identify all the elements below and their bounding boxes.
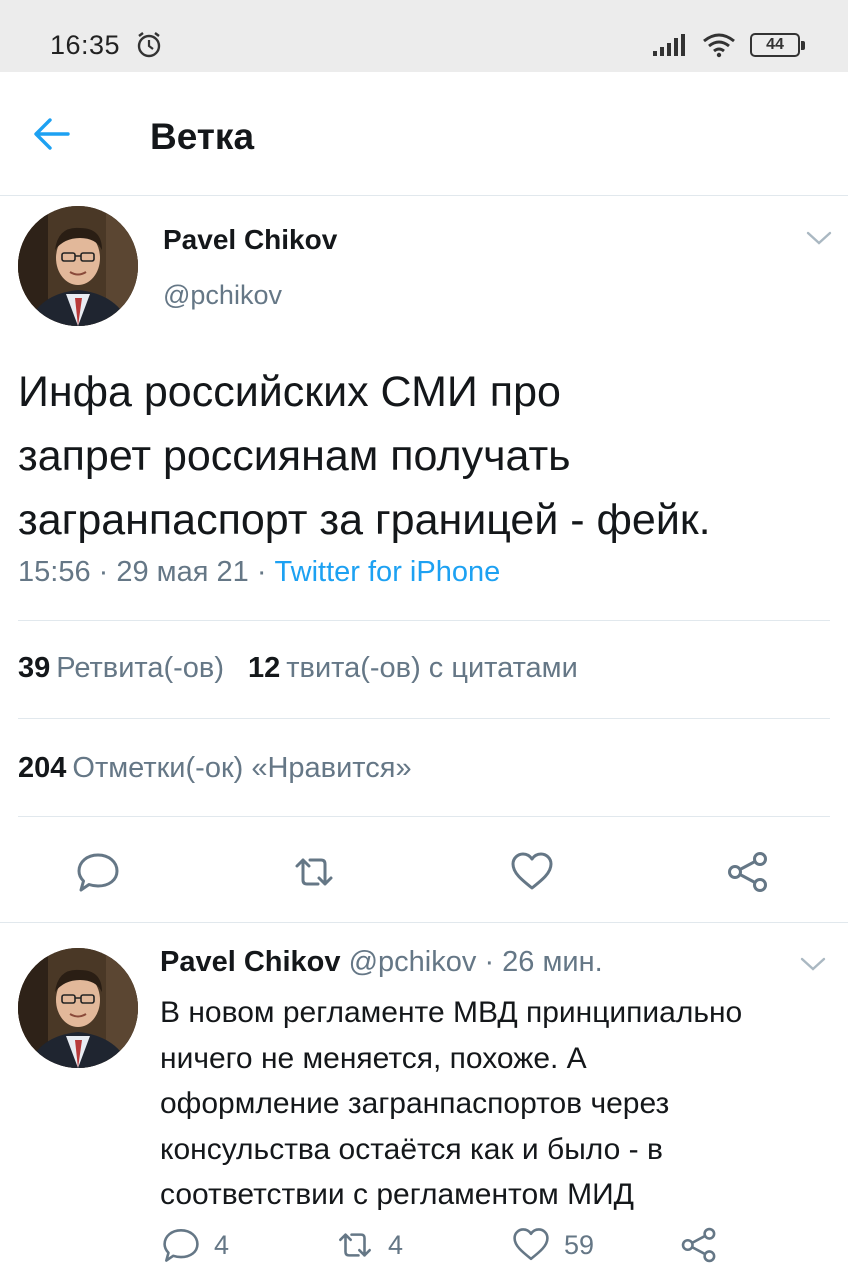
quotes-stat[interactable]: 12 твита(-ов) с цитатами — [248, 652, 578, 685]
retweets-label: Ретвита(-ов) — [56, 652, 224, 684]
battery-level: 44 — [766, 36, 784, 53]
reply-header: Pavel Chikov @pchikov · 26 мин. — [160, 946, 603, 979]
tweet-date: 29 мая 21 — [116, 556, 249, 588]
reply-actions: 4 4 59 — [0, 1222, 848, 1272]
quotes-count: 12 — [247, 652, 281, 684]
battery-icon: 44 — [750, 33, 805, 57]
likes-stat[interactable]: 204 Отметки(-ок) «Нравится» — [18, 752, 412, 785]
author-handle[interactable]: @pchikov — [163, 280, 282, 311]
wifi-icon — [703, 33, 735, 58]
share-button[interactable] — [680, 1226, 718, 1264]
meta-separator: · — [256, 556, 275, 588]
chevron-down-icon[interactable] — [804, 228, 834, 248]
avatar-image — [18, 206, 138, 326]
meta-separator: · — [98, 556, 117, 588]
share-icon — [681, 1227, 716, 1263]
tweet-text: Инфа российских СМИ про запрет россиянам… — [18, 368, 711, 544]
tweet-actions — [0, 840, 848, 904]
retweets-stat[interactable]: 39 Ретвита(-ов) — [18, 652, 224, 685]
like-count: 59 — [564, 1229, 595, 1260]
tweet-meta: 15:56 · 29 мая 21 · Twitter for iPhone — [18, 556, 500, 589]
retweet-icon[interactable] — [292, 850, 336, 894]
reply-text: В новом регламенте МВД принципиально нич… — [160, 996, 743, 1211]
page-title: Ветка — [150, 116, 255, 157]
like-button[interactable]: 59 — [512, 1226, 594, 1264]
chevron-down-icon[interactable] — [798, 954, 828, 974]
tweet-time: 15:56 — [18, 556, 91, 588]
likes-count: 204 — [18, 752, 67, 784]
status-time: 16:35 — [50, 30, 121, 60]
reply-button[interactable]: 4 — [162, 1226, 229, 1264]
reply-avatar[interactable] — [18, 948, 138, 1068]
share-icon[interactable] — [726, 850, 770, 894]
stats-row-retweets: 39 Ретвита(-ов) 12 твита(-ов) с цитатами — [18, 652, 578, 685]
retweet-count: 4 — [388, 1229, 404, 1260]
reply-count: 4 — [214, 1229, 230, 1260]
meta-separator: · — [484, 946, 503, 978]
divider — [18, 816, 830, 817]
avatar[interactable] — [18, 206, 138, 326]
retweet-icon — [339, 1233, 371, 1257]
reply-author-name[interactable]: Pavel Chikov — [160, 946, 341, 978]
reply-icon — [163, 1229, 199, 1262]
reply-author-handle[interactable]: @pchikov — [349, 946, 477, 978]
alarm-icon — [137, 32, 161, 58]
heart-icon[interactable] — [510, 850, 554, 894]
status-icons: 44 — [652, 32, 805, 58]
divider — [18, 620, 830, 621]
arrow-left-icon[interactable] — [30, 114, 74, 154]
divider — [18, 718, 830, 719]
tweet-source-link[interactable]: Twitter for iPhone — [275, 556, 501, 588]
retweet-button[interactable]: 4 — [336, 1226, 403, 1264]
stats-row-likes: 204 Отметки(-ок) «Нравится» — [18, 752, 412, 785]
avatar-image — [18, 948, 138, 1068]
reply-time: 26 мин. — [502, 946, 603, 978]
reply-icon[interactable] — [76, 850, 120, 894]
likes-label: Отметки(-ок) «Нравится» — [72, 752, 412, 784]
retweets-count: 39 — [18, 652, 51, 684]
quotes-label: твита(-ов) с цитатами — [286, 652, 578, 684]
app-header: Ветка — [0, 72, 848, 196]
author-name[interactable]: Pavel Chikov — [163, 224, 337, 256]
signal-icon — [653, 34, 685, 56]
heart-icon — [513, 1228, 549, 1261]
status-bar: 16:35 44 — [0, 0, 848, 72]
divider — [0, 922, 848, 923]
